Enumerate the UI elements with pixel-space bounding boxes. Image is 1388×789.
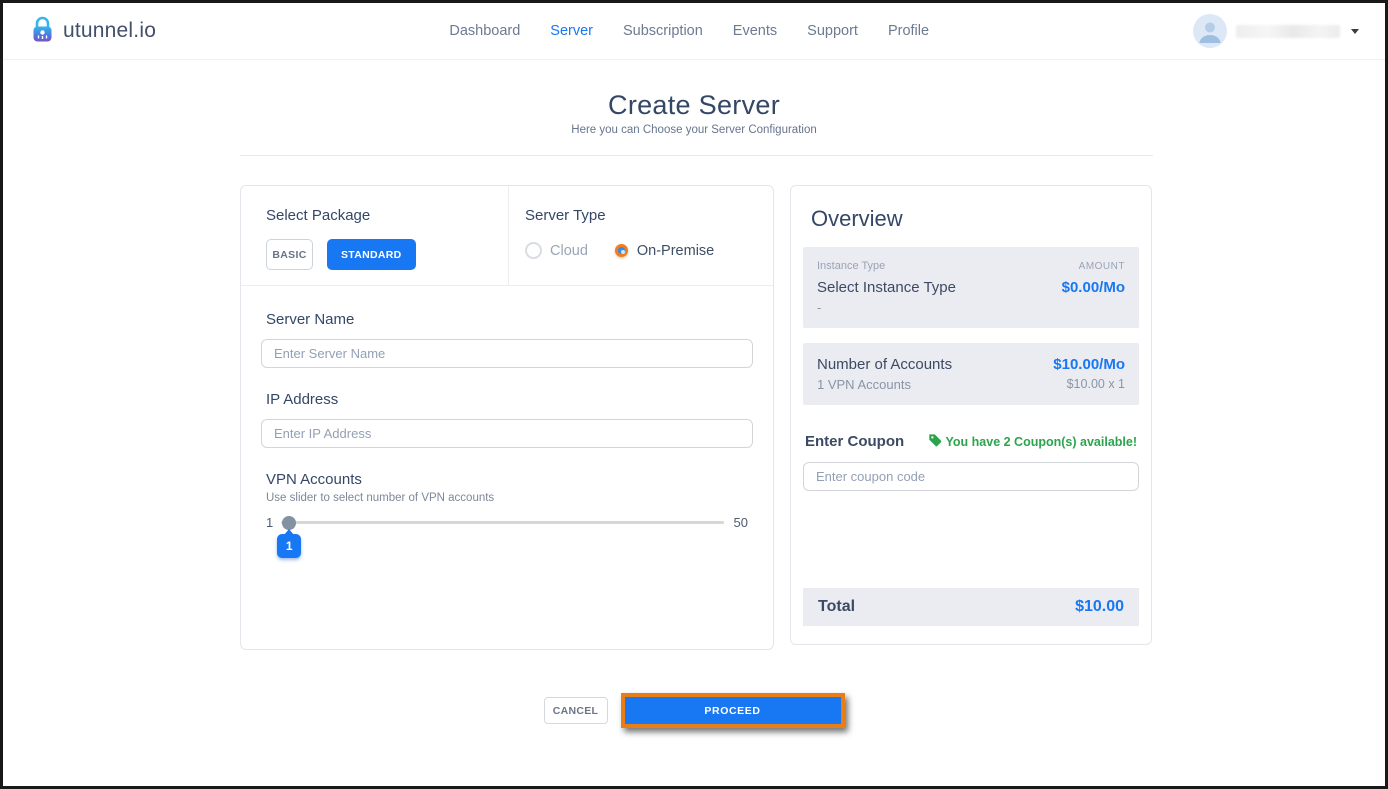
title-divider bbox=[240, 155, 1153, 156]
accounts-block: Number of Accounts $10.00/Mo 1 VPN Accou… bbox=[803, 343, 1139, 405]
app-window: utunnel.io Dashboard Server Subscription… bbox=[0, 0, 1388, 789]
coupon-availability-text: You have 2 Coupon(s) available! bbox=[946, 435, 1137, 449]
overview-title: Overview bbox=[811, 206, 1151, 232]
ip-address-label: IP Address bbox=[266, 391, 753, 408]
server-type-label: Server Type bbox=[525, 207, 773, 224]
select-package-section: Select Package BASIC STANDARD bbox=[241, 186, 509, 285]
server-name-input[interactable] bbox=[261, 339, 753, 368]
package-basic-button[interactable]: BASIC bbox=[266, 239, 313, 270]
vpn-accounts-slider[interactable]: 1 bbox=[281, 521, 723, 524]
server-name-group: Server Name bbox=[261, 311, 753, 368]
avatar bbox=[1193, 14, 1227, 48]
vpn-accounts-helper: Use slider to select number of VPN accou… bbox=[266, 492, 753, 504]
overview-card: Overview Instance Type AMOUNT Select Ins… bbox=[790, 185, 1152, 645]
radio-cloud[interactable] bbox=[525, 242, 542, 259]
cancel-button[interactable]: CANCEL bbox=[544, 697, 608, 724]
nav-item-events[interactable]: Events bbox=[733, 23, 777, 39]
instance-type-block: Instance Type AMOUNT Select Instance Typ… bbox=[803, 247, 1139, 328]
caret-down-icon bbox=[1351, 29, 1359, 34]
main-nav: Dashboard Server Subscription Events Sup… bbox=[449, 23, 929, 39]
coupon-row: Enter Coupon You have 2 Coupon(s) availa… bbox=[805, 433, 1137, 450]
page-subtitle: Here you can Choose your Server Configur… bbox=[3, 124, 1385, 136]
radio-on-premise-label[interactable]: On-Premise bbox=[637, 243, 714, 259]
total-row: Total $10.00 bbox=[803, 588, 1139, 626]
package-type-row: Select Package BASIC STANDARD Server Typ… bbox=[241, 186, 773, 286]
nav-item-dashboard[interactable]: Dashboard bbox=[449, 23, 520, 39]
total-amount: $10.00 bbox=[1075, 598, 1124, 616]
user-menu[interactable] bbox=[1193, 14, 1359, 48]
instance-type-name: Select Instance Type bbox=[817, 279, 956, 296]
server-config-card: Select Package BASIC STANDARD Server Typ… bbox=[240, 185, 774, 650]
ip-address-input[interactable] bbox=[261, 419, 753, 448]
amount-header: AMOUNT bbox=[1079, 261, 1125, 272]
accounts-amount-detail: $10.00 x 1 bbox=[1067, 377, 1125, 392]
server-type-section: Server Type Cloud On-Premise bbox=[509, 186, 773, 285]
radio-cloud-label[interactable]: Cloud bbox=[550, 243, 588, 259]
nav-item-subscription[interactable]: Subscription bbox=[623, 23, 703, 39]
select-package-label: Select Package bbox=[266, 207, 508, 224]
slider-min-label: 1 bbox=[266, 515, 273, 530]
user-name-redacted bbox=[1236, 25, 1340, 38]
brand-name: utunnel.io bbox=[63, 19, 156, 43]
slider-value-badge: 1 bbox=[277, 534, 301, 558]
top-navbar: utunnel.io Dashboard Server Subscription… bbox=[3, 3, 1385, 60]
slider-handle[interactable] bbox=[282, 516, 296, 530]
proceed-button[interactable]: PROCEED bbox=[625, 697, 841, 724]
accounts-name: Number of Accounts bbox=[817, 356, 952, 373]
coupon-code-input[interactable] bbox=[803, 462, 1139, 491]
coupon-label: Enter Coupon bbox=[805, 433, 904, 450]
package-standard-button[interactable]: STANDARD bbox=[327, 239, 416, 270]
slider-max-label: 50 bbox=[734, 515, 748, 530]
server-name-label: Server Name bbox=[266, 311, 753, 328]
brand-logo[interactable]: utunnel.io bbox=[29, 15, 156, 48]
coupon-availability: You have 2 Coupon(s) available! bbox=[928, 433, 1137, 450]
form-actions: CANCEL PROCEED bbox=[3, 693, 1385, 728]
page-title: Create Server bbox=[3, 90, 1385, 121]
click-highlight-annotation: PROCEED bbox=[621, 693, 845, 728]
lock-icon bbox=[29, 15, 56, 48]
radio-on-premise[interactable] bbox=[615, 244, 628, 257]
ip-address-group: IP Address bbox=[261, 391, 753, 448]
vpn-accounts-label: VPN Accounts bbox=[266, 471, 753, 488]
accounts-detail: 1 VPN Accounts bbox=[817, 377, 911, 392]
vpn-accounts-group: VPN Accounts Use slider to select number… bbox=[261, 471, 753, 530]
instance-type-amount: $0.00/Mo bbox=[1062, 279, 1125, 296]
total-label: Total bbox=[818, 598, 855, 616]
accounts-amount: $10.00/Mo bbox=[1053, 356, 1125, 373]
instance-type-header: Instance Type bbox=[817, 260, 885, 272]
nav-item-profile[interactable]: Profile bbox=[888, 23, 929, 39]
nav-item-server[interactable]: Server bbox=[550, 23, 593, 39]
tag-icon bbox=[928, 433, 942, 450]
nav-item-support[interactable]: Support bbox=[807, 23, 858, 39]
instance-type-detail: - bbox=[817, 300, 821, 315]
